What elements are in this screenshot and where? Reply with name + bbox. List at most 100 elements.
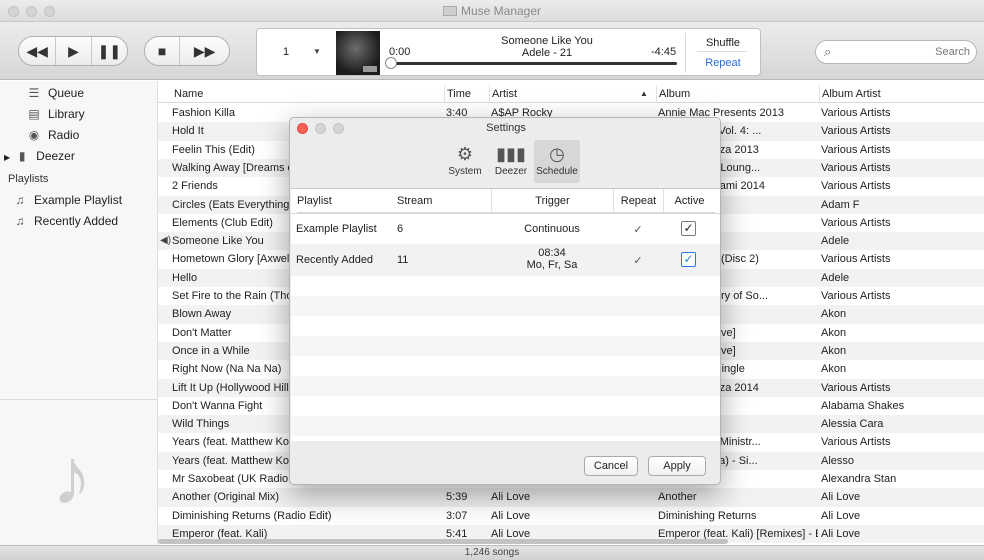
cell-album-artist: Various Artists: [821, 436, 891, 449]
column-header-name[interactable]: Name: [172, 85, 444, 103]
cell-album-artist: Alesso: [821, 454, 855, 467]
cell-album-artist: Alexandra Stan: [821, 473, 897, 485]
cell-album-artist: Adam F: [821, 198, 860, 211]
zoom-window-button[interactable]: [44, 6, 55, 17]
previous-track-icon[interactable]: ◀◀: [19, 37, 57, 65]
cell-album-artist: Ali Love: [821, 491, 861, 504]
column-header-artist[interactable]: Artist: [489, 85, 656, 103]
toolbar: ◀◀ ▶ ❚❚ ■ ▶▶ 1 ▼ 0:00 Someone Like You A…: [0, 22, 984, 80]
search-input[interactable]: [842, 44, 970, 60]
repeat-button[interactable]: Repeat: [693, 57, 753, 69]
column-header-album[interactable]: Album: [656, 85, 819, 103]
column-header-album-artist[interactable]: Album Artist: [819, 85, 984, 103]
column-header-repeat[interactable]: Repeat: [613, 189, 663, 213]
sidebar-item-radio[interactable]: ◉ Radio: [26, 125, 80, 145]
tab-schedule[interactable]: ◷ Schedule: [534, 140, 580, 183]
cell-album-artist: Various Artists: [821, 107, 891, 119]
chevron-down-icon[interactable]: ▼: [313, 47, 321, 56]
status-bar: 1,246 songs: [0, 545, 984, 560]
horizontal-scrollbar[interactable]: [158, 538, 984, 545]
cell-artist: Ali Love: [491, 509, 531, 522]
close-window-button[interactable]: [8, 6, 19, 17]
sidebar-item-deezer[interactable]: ▶ ▮ Deezer: [4, 146, 75, 166]
sidebar-item-queue[interactable]: ☰ Queue: [26, 83, 84, 103]
cell-album-artist: Akon: [821, 363, 847, 376]
cell-time: 5:39: [446, 491, 468, 504]
shuffle-button[interactable]: Shuffle: [693, 37, 753, 49]
pause-icon[interactable]: ❚❚: [92, 37, 127, 65]
playlists-header: Playlists: [8, 173, 49, 185]
now-playing-speaker-icon: ◀): [160, 235, 172, 246]
minimize-window-button[interactable]: [26, 6, 37, 17]
queue-icon: ☰: [28, 86, 40, 100]
cell-album-artist: Various Artists: [821, 216, 891, 229]
cell-album-artist: Various Artists: [821, 290, 891, 302]
song-artist-album: Adele - 21: [521, 47, 573, 59]
playlist-icon: ♫: [15, 214, 25, 228]
gears-icon: ⚙: [456, 144, 474, 164]
disclosure-triangle-icon[interactable]: ▶: [4, 153, 10, 162]
cell-album-artist: Adele: [821, 235, 850, 248]
sidebar-item-example-playlist[interactable]: ♫ Example Playlist: [12, 190, 123, 210]
tab-system[interactable]: ⚙ System: [442, 140, 488, 183]
clock-icon: ◷: [549, 144, 565, 164]
active-checkbox[interactable]: ✓: [681, 252, 696, 267]
search-field[interactable]: ⌕: [815, 40, 977, 64]
now-playing-panel: 1 ▼ 0:00 Someone Like You Adele - 21 -4:…: [256, 28, 761, 76]
apply-button[interactable]: Apply: [648, 456, 706, 476]
schedule-row[interactable]: Recently Added 11 08:34 Mo, Fr, Sa ✓ ✓: [291, 244, 720, 276]
song-title: Someone Like You: [501, 35, 593, 47]
cell-album-artist: Various Artists: [821, 253, 891, 266]
main-window: Muse Manager ◀◀ ▶ ❚❚ ■ ▶▶ 1 ▼ 0:00 Someo…: [0, 0, 984, 560]
playback-controls-right: ■ ▶▶: [144, 36, 230, 66]
sidebar: ☰ Queue ▤ Library ◉ Radio ▶ ▮ Deezer Playlist…: [0, 81, 158, 545]
app-icon: [442, 6, 457, 16]
cell-album-artist: Akon: [821, 326, 847, 339]
album-art: [336, 31, 380, 75]
settings-dialog: Settings ⚙ System ▮▮▮ Deezer ◷ Schedule Pla…: [289, 117, 721, 485]
cell-artist: Ali Love: [491, 491, 531, 504]
deezer-icon: ▮▮▮: [496, 144, 526, 164]
schedule-table: Playlist Stream Trigger Repeat Active Ex…: [291, 188, 720, 441]
play-icon[interactable]: ▶: [56, 37, 92, 65]
next-track-icon[interactable]: ▶▶: [180, 37, 229, 65]
progress-knob[interactable]: [385, 57, 397, 69]
playlist-number[interactable]: 1: [283, 46, 289, 58]
sort-ascending-icon: ▲: [640, 89, 648, 98]
table-row[interactable]: Another (Original Mix) 5:39 Ali Love Anothe…: [158, 488, 984, 507]
radio-icon: ◉: [28, 128, 40, 142]
progress-track[interactable]: [391, 62, 677, 65]
table-row[interactable]: Diminishing Returns (Radio Edit) 3:07 Ali …: [158, 507, 984, 525]
cell-album: Another: [658, 491, 697, 504]
stop-icon[interactable]: ■: [145, 37, 181, 65]
cell-album-artist: Various Artists: [821, 161, 891, 174]
music-note-icon: ♪: [52, 432, 92, 521]
cell-album-artist: Various Artists: [821, 125, 891, 138]
cell-album-artist: Alessia Cara: [821, 418, 884, 431]
active-checkbox[interactable]: ✓: [681, 221, 696, 236]
cell-time: 3:07: [446, 509, 468, 522]
cell-album-artist: Various Artists: [821, 381, 891, 394]
library-icon: ▤: [28, 107, 40, 121]
remaining-time: -4:45: [651, 46, 677, 58]
deezer-icon: ▮: [18, 149, 26, 163]
sidebar-item-recently-added[interactable]: ♫ Recently Added: [12, 211, 119, 231]
column-header-time[interactable]: Time: [444, 85, 489, 103]
column-header-playlist[interactable]: Playlist: [297, 189, 393, 213]
song-count: 1,246 songs: [464, 547, 520, 558]
playback-controls-left: ◀◀ ▶ ❚❚: [18, 36, 128, 66]
column-header-stream[interactable]: Stream: [393, 189, 491, 213]
tab-deezer[interactable]: ▮▮▮ Deezer: [488, 140, 534, 183]
schedule-row[interactable]: Example Playlist 6 Continuous ✓ ✓: [291, 214, 720, 244]
cancel-button[interactable]: Cancel: [584, 456, 638, 476]
cell-album-artist: Alabama Shakes: [821, 399, 905, 412]
table-header: Name Time Artist ▲ Album Album Artist: [158, 85, 984, 103]
cell-album-artist: Akon: [821, 308, 847, 321]
playlist-icon: ♫: [15, 193, 25, 207]
cell-album-artist: Various Artists: [821, 143, 891, 156]
sidebar-item-library[interactable]: ▤ Library: [26, 104, 84, 124]
column-header-trigger[interactable]: Trigger: [491, 189, 613, 213]
cell-album-artist: Ali Love: [821, 509, 861, 522]
title-bar: Muse Manager: [0, 0, 984, 22]
column-header-active[interactable]: Active: [663, 189, 715, 213]
